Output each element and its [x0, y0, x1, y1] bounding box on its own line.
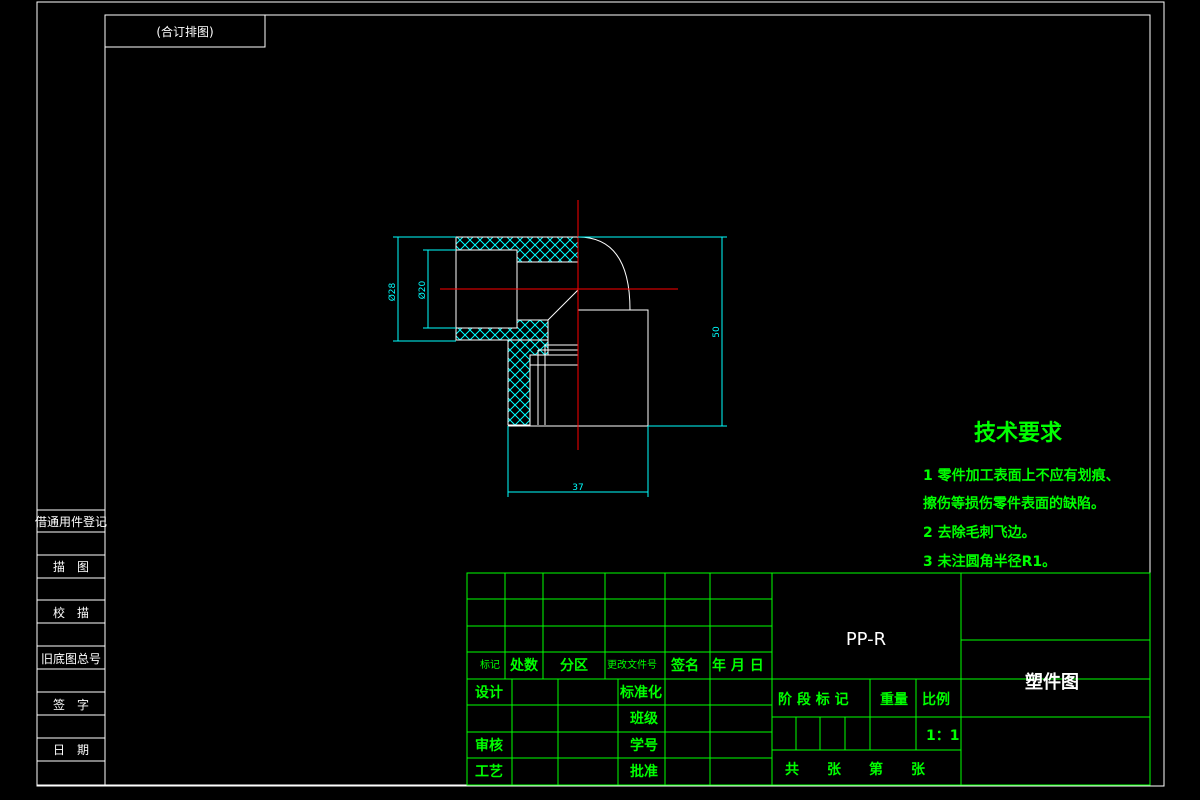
label-class: 班级: [630, 710, 659, 727]
dim-width: 37: [572, 483, 583, 493]
rev-header-sign: 签名: [670, 657, 699, 674]
label-process: 工艺: [475, 763, 503, 780]
outer-border: [36, 1, 1165, 787]
drawing-title-text: (合订排图): [156, 24, 213, 39]
tech-requirements-title: 技术要求: [974, 421, 1062, 446]
side-row-old-number: 旧底图总号: [41, 651, 101, 666]
side-panel: 借通用件登记 描 图 校 描 旧底图总号 签 字 日 期: [35, 509, 107, 786]
label-standardize: 标准化: [619, 684, 662, 701]
rev-header-count: 处数: [509, 657, 539, 674]
dim-outer-diameter: Ø28: [387, 282, 398, 301]
tech-req-line-1: 1 零件加工表面上不应有划痕、: [923, 467, 1120, 484]
tech-req-line-4: 3 未注圆角半径R1。: [923, 553, 1056, 570]
rev-header-doc-no: 更改文件号: [607, 658, 657, 671]
label-review: 审核: [475, 737, 503, 754]
cad-drawing-canvas: (合订排图) 借通用件登记 描 图 校 描 旧底图总号 签 字 日 期 Ø28 …: [35, 1, 1165, 787]
label-stage-mark: 阶 段 标 记: [778, 691, 849, 708]
label-sheets: 共 张 第 张: [785, 761, 926, 778]
inner-taper: [517, 261, 579, 321]
dimensions: Ø28 Ø20 50 37: [387, 236, 727, 497]
side-row-check: 校 描: [53, 605, 89, 620]
label-approve: 批准: [630, 763, 658, 780]
vertical-leg: [577, 309, 649, 427]
dim-height: 50: [712, 326, 722, 338]
hatch-vertical-wall: [507, 339, 549, 426]
elbow-arc: [577, 236, 631, 311]
part-name: 塑件图: [1025, 671, 1079, 693]
side-row-date: 日 期: [53, 743, 89, 757]
scale-value: 1：1: [926, 728, 959, 744]
rev-header-date: 年 月 日: [712, 657, 764, 674]
rev-header-zone: 分区: [560, 658, 588, 674]
side-row-trace: 描 图: [53, 560, 89, 574]
tech-requirements: 技术要求 1 零件加工表面上不应有划痕、 擦伤等损伤零件表面的缺陷。 2 去除毛…: [923, 421, 1120, 570]
side-row-borrow: 借通用件登记: [35, 514, 107, 529]
label-student-id: 学号: [630, 737, 658, 754]
label-weight: 重量: [880, 691, 908, 708]
dim-inner-diameter: Ø20: [417, 280, 428, 299]
tech-req-line-3: 2 去除毛刺飞边。: [923, 524, 1036, 541]
drawing-title-box: (合订排图): [104, 14, 266, 48]
hatch-bottom-wall: [455, 319, 549, 341]
part-material: PP-R: [846, 629, 886, 650]
label-design: 设计: [475, 684, 503, 701]
label-scale: 比例: [922, 691, 950, 708]
tech-req-line-2: 擦伤等损伤零件表面的缺陷。: [923, 495, 1105, 512]
side-row-sign: 签 字: [53, 697, 89, 712]
rev-header-mark: 标记: [480, 659, 500, 671]
